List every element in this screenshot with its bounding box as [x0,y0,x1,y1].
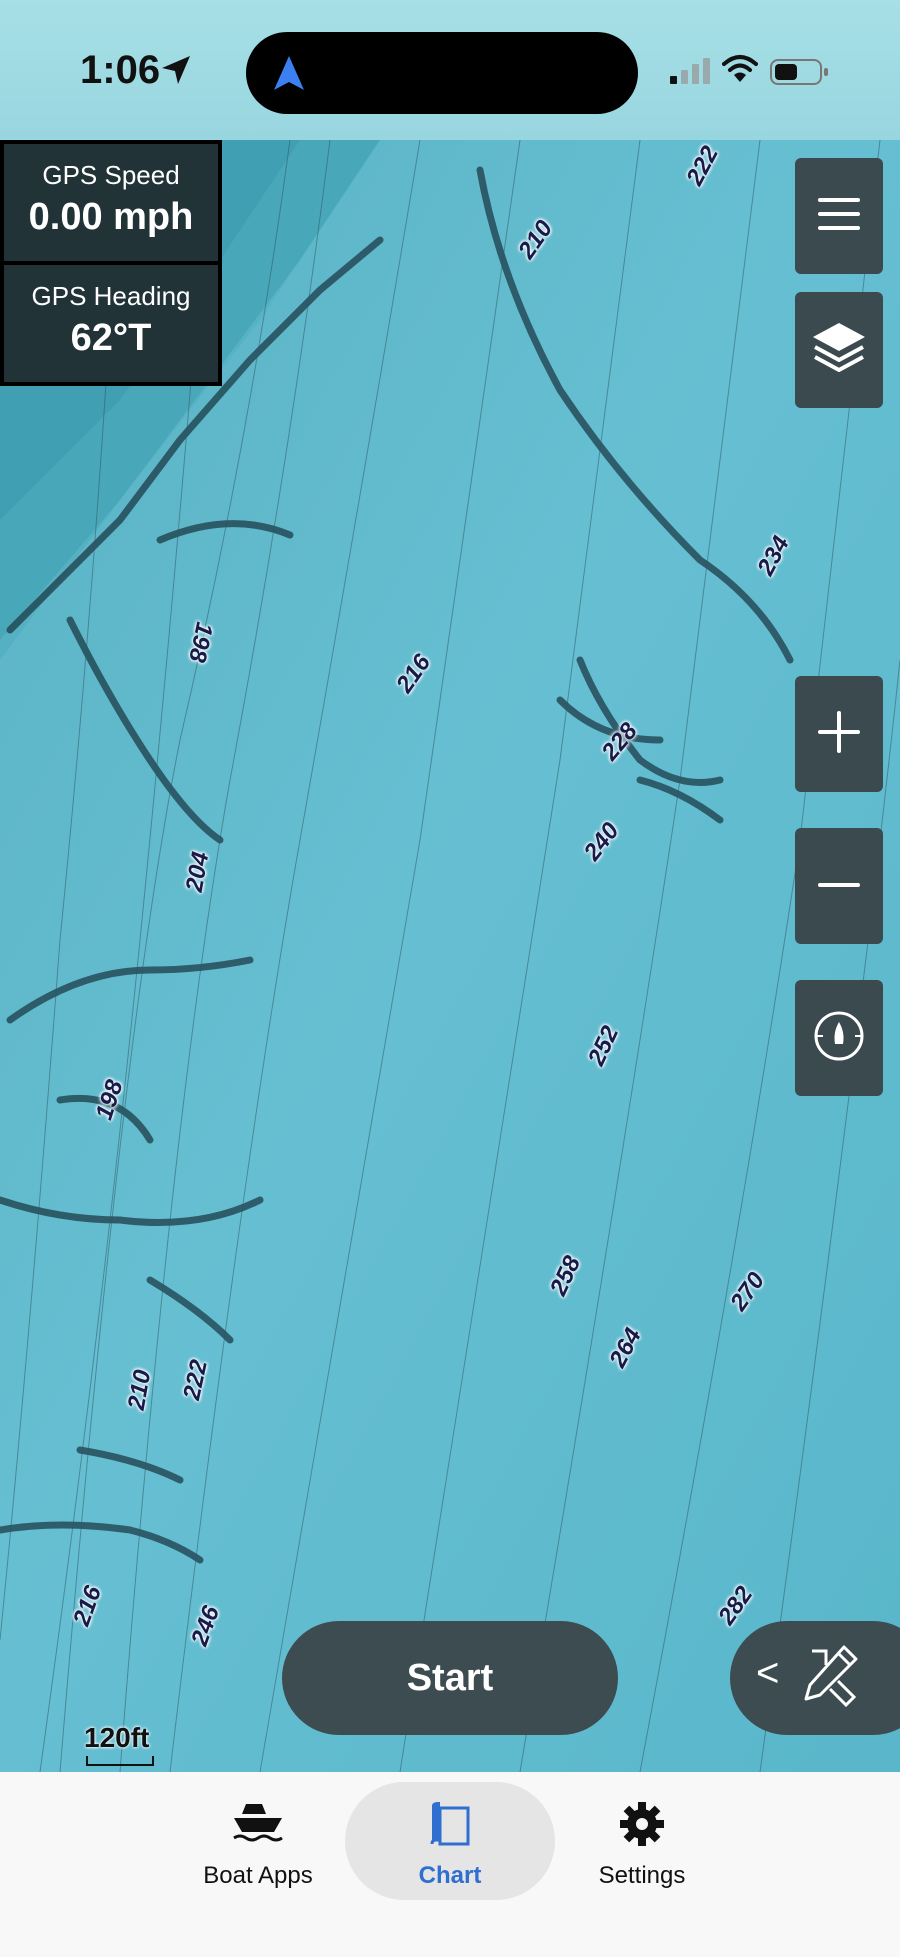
status-bar: 1:06 [0,0,900,140]
gps-panel[interactable]: GPS Speed 0.00 mph GPS Heading 62°T [0,140,222,386]
tab-settings[interactable]: Settings [537,1782,747,1900]
gps-heading-cell[interactable]: GPS Heading 62°T [4,265,218,382]
chart-icon [345,1800,555,1848]
gps-heading-value: 62°T [70,317,152,359]
tab-chart[interactable]: Chart [345,1782,555,1900]
zoom-out-icon [816,877,862,895]
wifi-icon [722,54,758,89]
layers-button[interactable] [795,292,883,408]
gps-speed-cell[interactable]: GPS Speed 0.00 mph [4,144,218,261]
navigation-icon [274,56,304,95]
tab-settings-label: Settings [598,1862,686,1889]
gps-speed-value: 0.00 mph [28,196,194,238]
boat-icon [153,1800,363,1848]
gps-heading-label: GPS Heading [31,281,191,311]
zoom-in-button[interactable] [795,676,883,792]
menu-icon [816,196,862,237]
location-arrow-icon [160,54,192,91]
gear-icon [537,1800,747,1848]
zoom-out-button[interactable] [795,828,883,944]
tab-boat-apps[interactable]: Boat Apps [153,1782,363,1900]
zoom-in-icon [816,709,862,760]
compass-button[interactable] [795,980,883,1096]
tab-chart-label: Chart [418,1862,482,1889]
start-button[interactable]: Start [282,1621,618,1735]
compass-icon [813,1010,865,1067]
chevron-left-icon: < [756,1651,780,1695]
tab-boat-apps-label: Boat Apps [203,1862,313,1889]
dynamic-island [246,32,638,114]
gps-speed-label: GPS Speed [42,160,180,190]
battery-icon [770,58,830,91]
map-scale-label: 120ft [84,1722,150,1753]
layers-icon [811,321,867,380]
cellular-signal-icon [670,58,712,89]
menu-button[interactable] [795,158,883,274]
tab-bar: Boat Apps Chart Settings [0,1772,900,1957]
pencil-ruler-icon [798,1643,862,1712]
map-scale-bar [86,1756,154,1766]
status-time: 1:06 [80,48,161,92]
draw-tools-button[interactable]: < [730,1621,900,1735]
